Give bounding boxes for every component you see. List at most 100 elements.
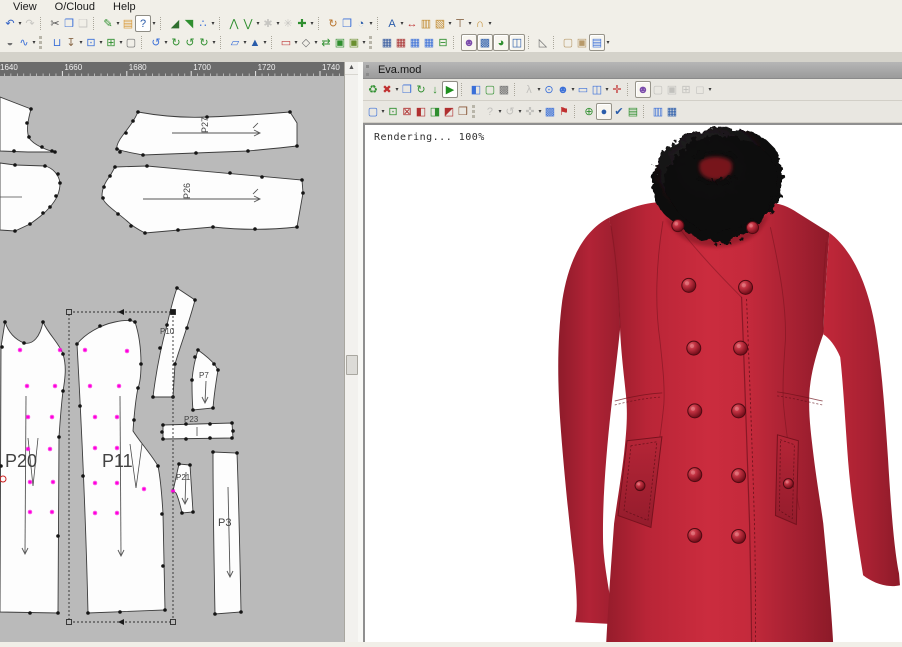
pattern-piece-P20[interactable]: P20 xyxy=(0,320,65,615)
page-pattern-icon[interactable]: ▣ xyxy=(575,35,589,50)
window-titlebar-3d[interactable]: Eva.mod xyxy=(363,62,902,79)
delete-sim-icon[interactable]: ✖ xyxy=(380,82,394,97)
table-variants-icon[interactable]: ▦ xyxy=(394,35,408,50)
texture-box-icon[interactable]: ▩ xyxy=(497,82,511,97)
pleat-a-icon[interactable]: ▥ xyxy=(419,16,433,31)
selection-handle[interactable] xyxy=(67,310,72,315)
export-image-icon[interactable]: ⊡ xyxy=(84,35,98,50)
rotate-piece-icon[interactable]: ↻ xyxy=(326,16,340,31)
arch-tool-icon[interactable]: ∩ xyxy=(473,16,487,31)
page-plain-icon[interactable]: ▢ xyxy=(561,35,575,50)
monitor-view-dropdown-icon[interactable]: ▾ xyxy=(707,86,713,93)
box-select-icon[interactable]: ▢ xyxy=(483,82,497,97)
pattern-piece-P10[interactable]: P10 xyxy=(151,286,197,399)
cube-tex-icon[interactable]: ◨ xyxy=(428,104,442,119)
simulate-play-icon[interactable]: ▶ xyxy=(442,81,458,98)
selection-mid-arrow[interactable] xyxy=(118,309,124,315)
box-edit-icon[interactable]: ◧ xyxy=(469,82,483,97)
dart-close-icon[interactable]: ⋁ xyxy=(241,16,255,31)
model-person-icon[interactable]: ☻ xyxy=(461,34,477,51)
fabric-a-icon[interactable]: ▣ xyxy=(333,35,347,50)
pattern-canvas[interactable]: P27P26P20P11P10P7P23P21P3 xyxy=(0,76,344,642)
image-export-icon[interactable]: ▥ xyxy=(651,104,665,119)
pyramid-icon[interactable]: ▲ xyxy=(248,35,262,50)
page-red-icon[interactable]: ▭ xyxy=(279,35,293,50)
hammer-tool-icon[interactable]: ⊤ xyxy=(453,16,467,31)
resync-icon[interactable]: ↻ xyxy=(414,82,428,97)
help-mode-dropdown-icon[interactable]: ▾ xyxy=(151,20,157,27)
swap-grade-icon[interactable]: ⇄ xyxy=(319,35,333,50)
fit-view-icon[interactable]: ✛ xyxy=(610,82,624,97)
walk-tool-icon[interactable]: A xyxy=(385,16,399,31)
avatar-info-icon[interactable]: ☻ xyxy=(635,81,651,98)
select-area-icon[interactable]: ▢ xyxy=(366,104,380,119)
compass-icon[interactable]: ◔ xyxy=(354,16,368,31)
wave-tool-dropdown-icon[interactable]: ▾ xyxy=(31,39,37,46)
menu-item-ocloud[interactable]: O/Cloud xyxy=(46,0,104,14)
recycle-sim-icon[interactable]: ♻ xyxy=(366,82,380,97)
table-sizes-icon[interactable]: ▦ xyxy=(408,35,422,50)
package-box-icon[interactable]: ❒ xyxy=(456,104,470,119)
pattern-piece-edge-a[interactable] xyxy=(0,97,57,154)
lantern-icon[interactable]: ◇ xyxy=(299,35,313,50)
pleat-b-icon[interactable]: ▧ xyxy=(433,16,447,31)
menu-item-help[interactable]: Help xyxy=(104,0,145,14)
edit-plan-icon[interactable]: ✎ xyxy=(101,16,115,31)
pattern-piece-P27[interactable]: P27 xyxy=(115,110,299,157)
rotate-cw-icon[interactable]: ↻ xyxy=(169,35,183,50)
page-active-icon[interactable]: ▤ xyxy=(589,34,605,51)
calculator-icon[interactable]: ⊟ xyxy=(436,35,450,50)
scrollbar-up-arrow[interactable] xyxy=(345,62,358,75)
pie-chart-icon[interactable]: ◕ xyxy=(493,34,509,51)
render-camera-icon[interactable]: ⊠ xyxy=(400,104,414,119)
pattern-piece-edge-b[interactable] xyxy=(0,163,62,233)
film-record-icon[interactable]: ▦ xyxy=(665,104,679,119)
arch-tool-dropdown-icon[interactable]: ▾ xyxy=(487,20,493,27)
pin-red-icon[interactable]: ⚑ xyxy=(557,104,571,119)
background-image-icon[interactable]: ▤ xyxy=(626,104,640,119)
import-image-icon[interactable]: ⊞ xyxy=(104,35,118,50)
left-vertical-scrollbar[interactable] xyxy=(344,62,358,642)
drop-cloth-icon[interactable]: ↓ xyxy=(428,82,442,97)
rotate-ccw-icon[interactable]: ↺ xyxy=(149,35,163,50)
fabric-b-dropdown-icon[interactable]: ▾ xyxy=(361,39,367,46)
pattern-piece-P26[interactable]: P26 xyxy=(101,164,305,235)
undo-icon[interactable]: ↶ xyxy=(3,16,17,31)
help-mode-icon[interactable]: ? xyxy=(135,15,151,32)
selection-mid-arrow[interactable] xyxy=(118,619,124,625)
pin-icon[interactable]: ↧ xyxy=(64,35,78,50)
pc-person-icon[interactable]: ◫ xyxy=(590,82,604,97)
selection-handle[interactable] xyxy=(171,310,176,315)
add-node-dropdown-icon[interactable]: ▾ xyxy=(309,20,315,27)
scrollbar-thumb[interactable] xyxy=(346,355,358,375)
model-properties-icon[interactable]: ☻ xyxy=(556,82,570,97)
pattern-piece-P11[interactable]: P11 xyxy=(75,318,167,615)
dart-open-icon[interactable]: ⋀ xyxy=(227,16,241,31)
globe-env-icon[interactable]: ⊕ xyxy=(582,104,596,119)
set-square-icon[interactable]: ◺ xyxy=(536,35,550,50)
pattern-piece-P7[interactable]: P7 xyxy=(190,348,220,412)
cube-red-2-icon[interactable]: ◩ xyxy=(442,104,456,119)
measure-icon[interactable]: ↔ xyxy=(405,16,419,31)
points-tool-dropdown-icon[interactable]: ▾ xyxy=(210,20,216,27)
pyramid-dropdown-icon[interactable]: ▾ xyxy=(262,39,268,46)
cut-icon[interactable]: ✂ xyxy=(48,16,62,31)
stamp-piece-icon[interactable]: ❒ xyxy=(340,16,354,31)
pattern-piece-P23[interactable]: P23 xyxy=(160,415,235,441)
table-pieces-icon[interactable]: ▦ xyxy=(380,35,394,50)
menu-item-view[interactable]: View xyxy=(4,0,46,14)
points-tool-icon[interactable]: ∴ xyxy=(196,16,210,31)
compass-dropdown-icon[interactable]: ▾ xyxy=(368,20,374,27)
copy-icon[interactable]: ❐ xyxy=(62,16,76,31)
selection-handle[interactable] xyxy=(67,620,72,625)
add-node-icon[interactable]: ✚ xyxy=(295,16,309,31)
render-image-icon[interactable]: ⊡ xyxy=(386,104,400,119)
verify-check-icon[interactable]: ✔ xyxy=(612,104,626,119)
rotate-right-dropdown-icon[interactable]: ▾ xyxy=(211,39,217,46)
cube-red-icon[interactable]: ◧ xyxy=(414,104,428,119)
fabric-b-icon[interactable]: ▣ xyxy=(347,35,361,50)
fabric-check-icon[interactable]: ▩ xyxy=(477,34,493,51)
cube-view-icon[interactable]: ◫ xyxy=(509,34,525,51)
pattern-canvas-svg[interactable]: P27P26P20P11P10P7P23P21P3 xyxy=(0,76,344,642)
rotate-left-icon[interactable]: ↺ xyxy=(183,35,197,50)
